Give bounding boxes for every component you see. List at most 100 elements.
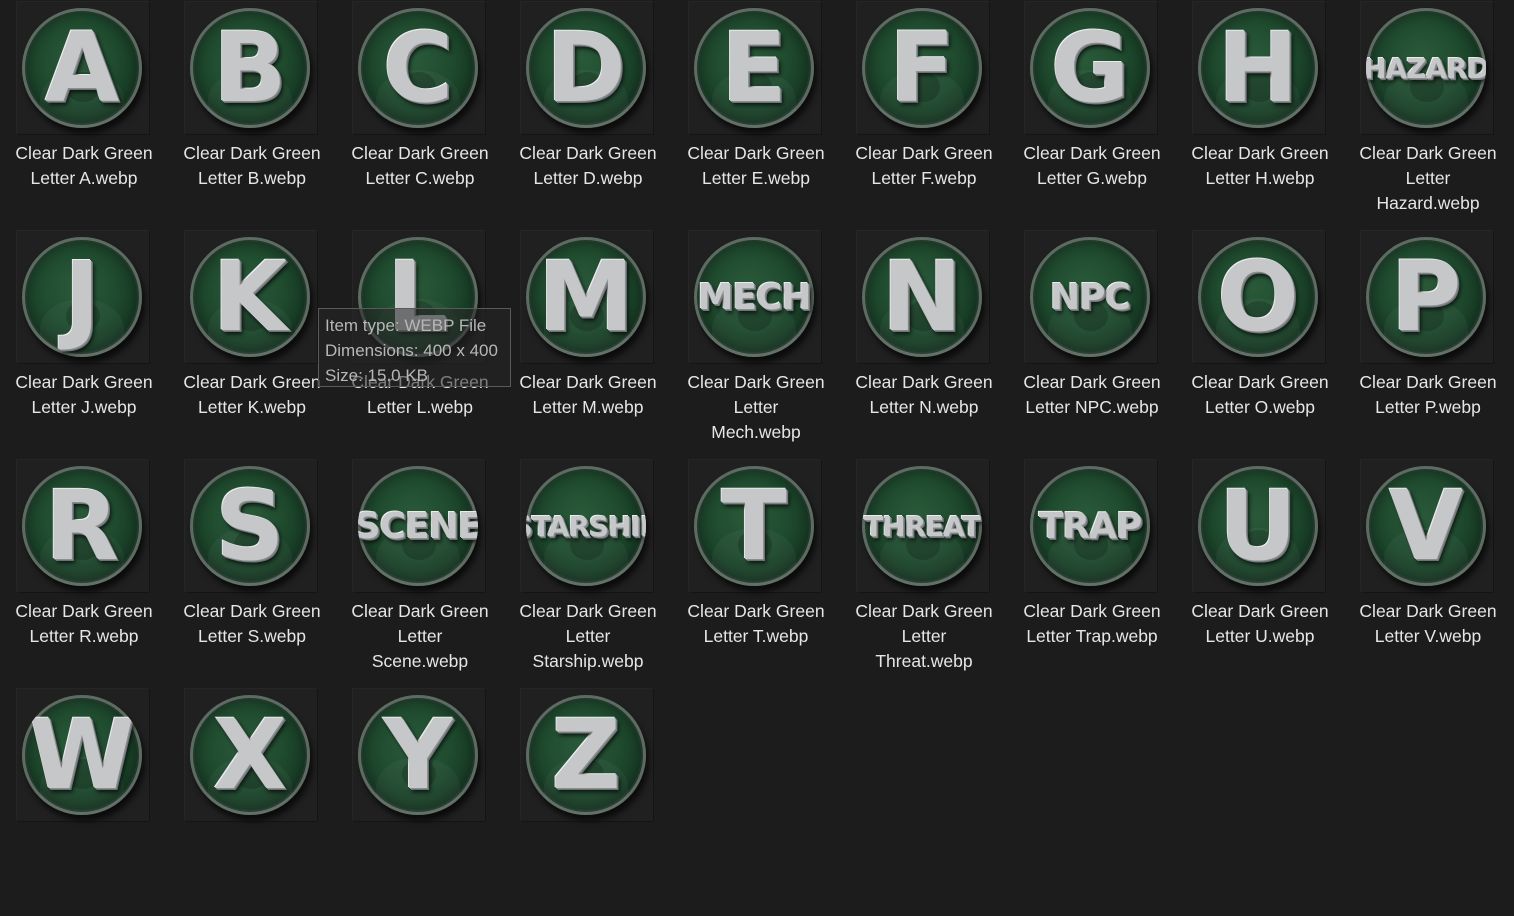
badge-letter: O <box>1217 241 1299 353</box>
file-name-label[interactable]: Clear Dark Green Letter H.webp <box>1176 141 1344 191</box>
file-name-label[interactable]: Clear Dark Green Letter J.webp <box>0 370 168 420</box>
file-item[interactable]: E Clear Dark Green Letter E.webp <box>672 0 840 229</box>
file-item[interactable]: S Clear Dark Green Letter S.webp <box>168 458 336 687</box>
file-item[interactable]: TRAP Clear Dark Green Letter Trap.webp <box>1008 458 1176 687</box>
file-name-label[interactable]: Clear Dark Green Letter O.webp <box>1176 370 1344 420</box>
file-item[interactable]: F Clear Dark Green Letter F.webp <box>840 0 1008 229</box>
file-name-label[interactable]: Clear Dark Green Letter Mech.webp <box>672 370 840 445</box>
badge-letter: K <box>212 241 288 353</box>
file-item[interactable]: C Clear Dark Green Letter C.webp <box>336 0 504 229</box>
file-item[interactable]: T Clear Dark Green Letter T.webp <box>672 458 840 687</box>
file-item[interactable]: K Clear Dark Green Letter K.webp <box>168 229 336 458</box>
badge-letter: D <box>546 12 626 124</box>
file-item[interactable]: STARSHIP Clear Dark Green Letter Starship… <box>504 458 672 687</box>
green-letter-badge-image: H <box>1198 8 1318 128</box>
file-name-label[interactable]: Clear Dark Green Letter F.webp <box>840 141 1008 191</box>
file-name-label[interactable]: Clear Dark Green Letter V.webp <box>1344 599 1512 649</box>
file-item[interactable]: NPC Clear Dark Green Letter NPC.webp <box>1008 229 1176 458</box>
file-item[interactable]: Z <box>504 687 672 916</box>
file-item[interactable]: J Clear Dark Green Letter J.webp <box>0 229 168 458</box>
file-item[interactable]: R Clear Dark Green Letter R.webp <box>0 458 168 687</box>
file-thumbnail[interactable]: P <box>1361 231 1493 363</box>
file-item[interactable]: U Clear Dark Green Letter U.webp <box>1176 458 1344 687</box>
file-item[interactable]: B Clear Dark Green Letter B.webp <box>168 0 336 229</box>
file-thumbnail[interactable]: S <box>185 460 317 592</box>
file-item[interactable]: Y <box>336 687 504 916</box>
file-thumbnail[interactable]: H <box>1193 2 1325 134</box>
file-item[interactable]: H Clear Dark Green Letter H.webp <box>1176 0 1344 229</box>
file-name-label[interactable]: Clear Dark Green Letter Trap.webp <box>1008 599 1176 649</box>
file-name-label[interactable]: Clear Dark Green Letter C.webp <box>336 141 504 191</box>
file-name-label[interactable]: Clear Dark Green Letter NPC.webp <box>1008 370 1176 420</box>
file-thumbnail[interactable]: Y <box>353 689 485 821</box>
file-thumbnail[interactable]: Z <box>521 689 653 821</box>
file-thumbnail[interactable]: STARSHIP <box>521 460 653 592</box>
file-item[interactable]: SCENE Clear Dark Green Letter Scene.webp <box>336 458 504 687</box>
file-thumbnail[interactable]: D <box>521 2 653 134</box>
file-item[interactable]: THREAT Clear Dark Green Letter Threat.web… <box>840 458 1008 687</box>
file-item[interactable]: N Clear Dark Green Letter N.webp <box>840 229 1008 458</box>
file-item[interactable]: W <box>0 687 168 916</box>
file-thumbnail[interactable]: TRAP <box>1025 460 1157 592</box>
file-name-label[interactable]: Clear Dark Green Letter Scene.webp <box>336 599 504 674</box>
file-name-label[interactable]: Clear Dark Green Letter A.webp <box>0 141 168 191</box>
file-name-label[interactable]: Clear Dark Green Letter N.webp <box>840 370 1008 420</box>
file-item[interactable]: P Clear Dark Green Letter P.webp <box>1344 229 1512 458</box>
file-item[interactable]: O Clear Dark Green Letter O.webp <box>1176 229 1344 458</box>
file-item[interactable]: A Clear Dark Green Letter A.webp <box>0 0 168 229</box>
badge-letter: Z <box>551 699 621 811</box>
file-item[interactable]: X <box>168 687 336 916</box>
badge-letter: F <box>889 12 955 124</box>
file-thumbnail[interactable]: A <box>17 2 149 134</box>
file-thumbnail[interactable]: SCENE <box>353 460 485 592</box>
file-thumbnail[interactable]: K <box>185 231 317 363</box>
file-thumbnail[interactable]: F <box>857 2 989 134</box>
file-name-label[interactable]: Clear Dark Green Letter R.webp <box>0 599 168 649</box>
file-thumbnail[interactable]: U <box>1193 460 1325 592</box>
file-name-label[interactable]: Clear Dark Green Letter P.webp <box>1344 370 1512 420</box>
file-thumbnail[interactable]: T <box>689 460 821 592</box>
file-name-label[interactable]: Clear Dark Green Letter K.webp <box>168 370 336 420</box>
file-thumbnail[interactable]: E <box>689 2 821 134</box>
file-item[interactable]: V Clear Dark Green Letter V.webp <box>1344 458 1512 687</box>
file-thumbnail[interactable]: O <box>1193 231 1325 363</box>
badge-letter: P <box>1390 241 1462 353</box>
file-name-label[interactable]: Clear Dark Green Letter Threat.webp <box>840 599 1008 674</box>
file-item[interactable]: M Clear Dark Green Letter M.webp <box>504 229 672 458</box>
file-name-label[interactable]: Clear Dark Green Letter G.webp <box>1008 141 1176 191</box>
file-name-label[interactable]: Clear Dark Green Letter Hazard.webp <box>1344 141 1512 216</box>
file-thumbnail[interactable]: X <box>185 689 317 821</box>
file-name-label[interactable]: Clear Dark Green Letter D.webp <box>504 141 672 191</box>
file-thumbnail[interactable]: M <box>521 231 653 363</box>
file-thumbnail[interactable]: W <box>17 689 149 821</box>
file-thumbnail[interactable]: R <box>17 460 149 592</box>
file-name-label[interactable]: Clear Dark Green Letter U.webp <box>1176 599 1344 649</box>
file-thumbnail[interactable]: THREAT <box>857 460 989 592</box>
green-letter-badge-image: J <box>22 237 142 357</box>
file-item[interactable]: MECH Clear Dark Green Letter Mech.webp <box>672 229 840 458</box>
file-item[interactable]: HAZARD Clear Dark Green Letter Hazard.web… <box>1344 0 1512 229</box>
file-thumbnail[interactable]: B <box>185 2 317 134</box>
file-thumbnail[interactable]: N <box>857 231 989 363</box>
green-letter-badge-image: T <box>694 466 814 586</box>
file-thumbnail[interactable]: G <box>1025 2 1157 134</box>
badge-letter: THREAT <box>864 509 981 543</box>
file-item[interactable]: G Clear Dark Green Letter G.webp <box>1008 0 1176 229</box>
file-name-label[interactable]: Clear Dark Green Letter E.webp <box>672 141 840 191</box>
file-name-label[interactable]: Clear Dark Green Letter Starship.webp <box>504 599 672 674</box>
file-thumbnail[interactable]: NPC <box>1025 231 1157 363</box>
file-name-label[interactable]: Clear Dark Green Letter T.webp <box>672 599 840 649</box>
file-thumbnail[interactable]: V <box>1361 460 1493 592</box>
file-thumbnail[interactable]: J <box>17 231 149 363</box>
green-letter-badge-image: P <box>1366 237 1486 357</box>
file-thumbnail[interactable]: HAZARD <box>1361 2 1493 134</box>
file-name-label[interactable]: Clear Dark Green Letter M.webp <box>504 370 672 420</box>
file-thumbnail[interactable]: C <box>353 2 485 134</box>
file-item[interactable]: D Clear Dark Green Letter D.webp <box>504 0 672 229</box>
file-thumbnail[interactable]: MECH <box>689 231 821 363</box>
file-name-label[interactable]: Clear Dark Green Letter B.webp <box>168 141 336 191</box>
badge-letter: STARSHIP <box>526 509 646 543</box>
green-letter-badge-image: NPC <box>1030 237 1150 357</box>
file-name-label[interactable]: Clear Dark Green Letter S.webp <box>168 599 336 649</box>
badge-letter: E <box>721 12 787 124</box>
